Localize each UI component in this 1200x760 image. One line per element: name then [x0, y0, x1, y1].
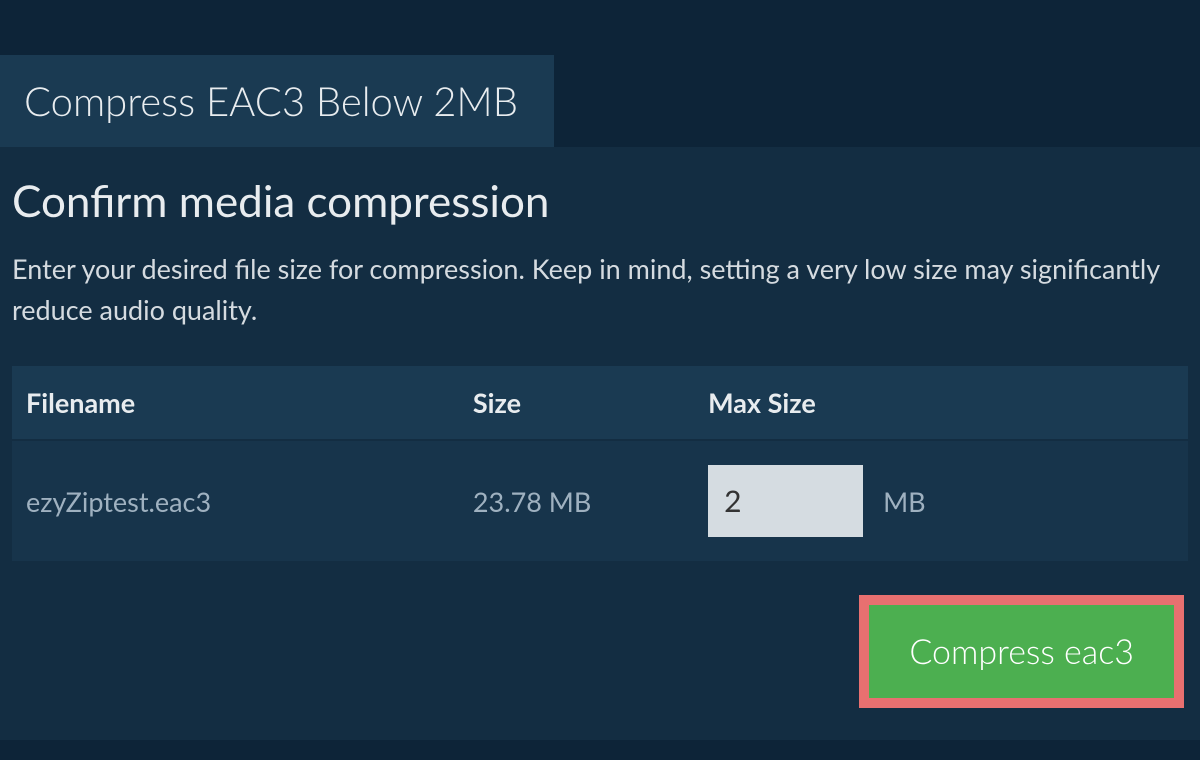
page-heading: Confirm media compression [12, 175, 1188, 227]
content-panel: Confirm media compression Enter your des… [0, 147, 1200, 740]
column-header-size: Size [459, 366, 694, 440]
column-header-maxsize: Max Size [694, 366, 1188, 440]
compress-button[interactable]: Compress eac3 [859, 595, 1184, 708]
file-table: Filename Size Max Size ezyZiptest.eac3 2… [12, 366, 1188, 561]
table-row: ezyZiptest.eac3 23.78 MB MB [12, 440, 1188, 561]
column-header-filename: Filename [12, 366, 459, 440]
max-size-unit: MB [883, 485, 926, 518]
table-header: Filename Size Max Size [12, 366, 1188, 440]
max-size-input[interactable] [708, 465, 863, 537]
action-row: Compress eac3 [12, 595, 1188, 708]
page-description: Enter your desired file size for compres… [12, 249, 1188, 330]
cell-filename: ezyZiptest.eac3 [12, 440, 459, 561]
tab-label: Compress EAC3 Below 2MB [24, 77, 518, 125]
cell-maxsize: MB [694, 440, 1188, 561]
app-container: Compress EAC3 Below 2MB Confirm media co… [0, 0, 1200, 740]
active-tab[interactable]: Compress EAC3 Below 2MB [0, 55, 554, 147]
cell-size: 23.78 MB [459, 440, 694, 561]
